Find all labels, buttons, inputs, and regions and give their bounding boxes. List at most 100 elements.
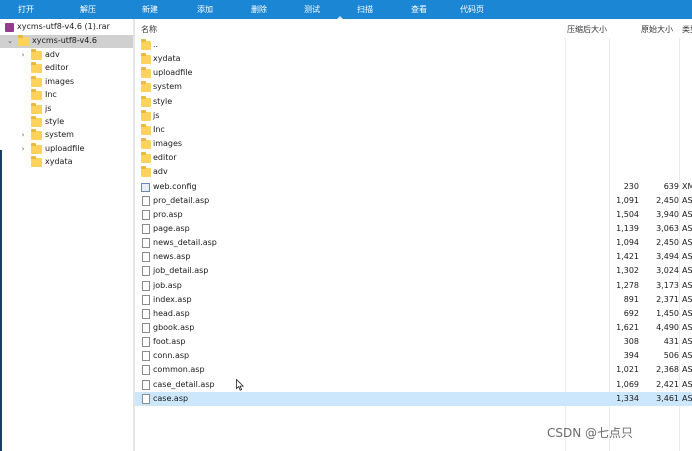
file-type: AS <box>682 351 692 361</box>
toolbar-view-button[interactable]: 查看 <box>411 4 427 15</box>
list-item[interactable]: conn.asp 394 506 AS <box>135 349 692 363</box>
list-item[interactable]: adv <box>135 165 692 179</box>
file-type: XM <box>682 181 692 191</box>
list-item[interactable]: common.asp 1,021 2,368 AS <box>135 363 692 377</box>
file-type: AS <box>682 323 692 332</box>
file-name: pro_detail.asp <box>153 195 210 205</box>
chevron-right-icon[interactable]: › <box>19 51 27 59</box>
file-type: AS <box>682 195 692 205</box>
list-item[interactable]: editor <box>135 151 692 165</box>
list-item[interactable]: job_detail.asp 1,302 3,024 AS <box>135 264 692 278</box>
folder-icon <box>141 39 151 50</box>
column-header-original[interactable]: 原始大小 <box>641 24 673 35</box>
list-item[interactable]: job.asp 1,278 3,173 AS <box>135 279 692 293</box>
list-item[interactable]: index.asp 891 2,371 AS <box>135 293 692 307</box>
file-name: case.asp <box>153 393 189 403</box>
file-name: news.asp <box>153 252 191 262</box>
list-item[interactable]: page.asp 1,139 3,063 AS <box>135 222 692 236</box>
file-icon <box>142 351 150 362</box>
tree-item-editor[interactable]: editor <box>0 62 134 75</box>
folder-icon <box>31 89 42 101</box>
folder-icon <box>31 116 42 127</box>
tree-item-archive[interactable]: xycms-utf8-v4.6 (1).rar <box>0 21 134 34</box>
list-item[interactable]: images <box>135 137 692 151</box>
original-size: 2,371 <box>656 294 679 304</box>
toolbar-delete-button[interactable]: 删除 <box>251 4 267 15</box>
folder-icon <box>18 35 29 46</box>
window-edge <box>0 150 2 451</box>
file-name: adv <box>153 167 168 177</box>
toolbar-new-button[interactable]: 新建 <box>142 4 158 15</box>
tree-item-label: js <box>45 103 52 113</box>
file-icon <box>142 223 150 234</box>
toolbar-scan-button[interactable]: 扫描 <box>357 4 373 15</box>
list-item[interactable]: js <box>135 109 692 123</box>
folder-icon <box>31 156 42 168</box>
toolbar-extract-button[interactable]: 解压 <box>80 4 96 15</box>
folder-icon <box>141 138 151 150</box>
original-size: 4,490 <box>656 323 679 332</box>
file-name: foot.asp <box>153 337 186 347</box>
tree-item-images[interactable]: images <box>0 75 134 89</box>
tree-item-js[interactable]: js <box>0 102 134 116</box>
tree-item-style[interactable]: style <box>0 116 134 129</box>
list-item[interactable]: system <box>135 80 692 94</box>
list-item[interactable]: pro_detail.asp 1,091 2,450 AS <box>135 194 692 208</box>
list-item[interactable]: web.config 230 639 XM <box>135 180 692 194</box>
folder-icon <box>141 81 151 93</box>
folder-icon <box>141 166 151 178</box>
toolbar-codepage-button[interactable]: 代码页 <box>460 4 484 15</box>
list-item[interactable]: case_detail.asp 1,069 2,421 AS <box>135 378 692 392</box>
column-header-name[interactable]: 名称 <box>141 24 157 35</box>
tree-item-xydata[interactable]: xydata <box>0 156 134 169</box>
file-type: AS <box>682 393 692 403</box>
original-size: 3,024 <box>656 266 679 276</box>
folder-icon <box>141 53 151 65</box>
file-type: AS <box>682 252 692 262</box>
list-item[interactable]: uploadfile <box>135 66 692 80</box>
list-item[interactable]: style <box>135 95 692 109</box>
column-header-packed[interactable]: 压缩后大小 <box>567 24 607 35</box>
original-size: 3,173 <box>656 280 679 290</box>
list-item[interactable]: case.asp 1,334 3,461 AS <box>135 391 692 406</box>
folder-icon <box>141 152 151 164</box>
toolbar-add-button[interactable]: 添加 <box>197 4 213 15</box>
rar-archive-icon <box>5 23 14 32</box>
file-icon <box>142 252 150 263</box>
list-item[interactable]: news_detail.asp 1,094 2,450 AS <box>135 236 692 250</box>
list-item[interactable]: head.asp 692 1,450 AS <box>135 307 692 321</box>
file-list: 名称 压缩后大小 原始大小 类型 .. xydata uploadfile syste… <box>135 19 692 451</box>
toolbar-open-button[interactable]: 打开 <box>18 4 34 15</box>
column-header-type[interactable]: 类型 <box>682 24 692 35</box>
chevron-down-icon[interactable]: ⌄ <box>6 37 14 45</box>
list-item[interactable]: news.asp 1,421 3,494 AS <box>135 250 692 264</box>
tree-item-adv[interactable]: › adv <box>0 49 134 62</box>
folder-icon <box>141 67 151 79</box>
tree-item-uploadfile[interactable]: › uploadfile <box>0 142 134 156</box>
tree-item-label: style <box>45 117 65 126</box>
file-type: AS <box>682 337 692 347</box>
chevron-right-icon[interactable]: › <box>19 145 27 153</box>
tree-item-label: system <box>45 130 74 140</box>
list-item[interactable]: pro.asp 1,504 3,940 AS <box>135 208 692 222</box>
list-item[interactable]: xydata <box>135 52 692 66</box>
file-type: AS <box>682 365 692 375</box>
tree-item-inc[interactable]: Inc <box>0 89 134 102</box>
file-name: .. <box>153 40 159 49</box>
tree-item-label: images <box>45 76 75 86</box>
list-item[interactable]: foot.asp 308 431 AS <box>135 335 692 349</box>
file-name: head.asp <box>153 308 190 318</box>
tree-item-system[interactable]: › system <box>0 129 134 142</box>
config-file-icon <box>141 182 150 192</box>
toolbar-test-button[interactable]: 测试 <box>304 4 320 15</box>
chevron-right-icon[interactable]: › <box>19 131 27 139</box>
list-item[interactable]: Inc <box>135 123 692 137</box>
file-icon <box>142 379 150 390</box>
file-name: pro.asp <box>153 209 183 219</box>
list-item[interactable]: .. <box>135 38 692 52</box>
tree-item-root-folder[interactable]: ⌄ xycms-utf8-v4.6 <box>0 35 134 48</box>
tree-item-label: uploadfile <box>45 143 85 153</box>
list-item[interactable]: gbook.asp 1,621 4,490 AS <box>135 321 692 335</box>
file-name: page.asp <box>153 223 190 233</box>
file-name: editor <box>153 153 177 163</box>
